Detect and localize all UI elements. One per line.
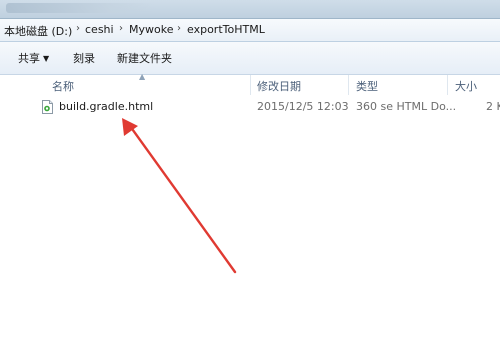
red-arrow-annotation (122, 118, 237, 274)
